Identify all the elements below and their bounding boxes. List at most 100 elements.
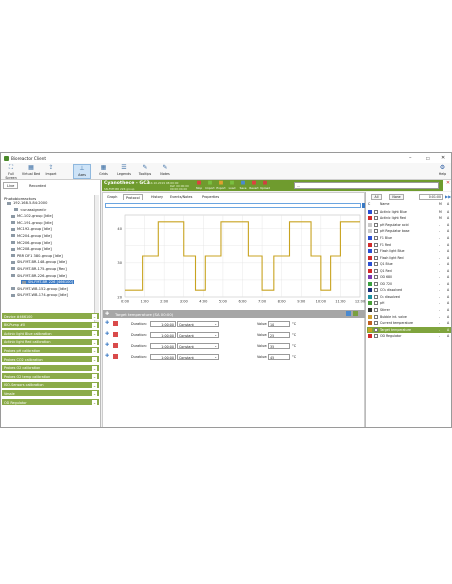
upload-button[interactable]: ■ Upload [260, 180, 270, 191]
color-swatch[interactable] [368, 314, 372, 319]
tab-live[interactable]: Live [3, 182, 19, 189]
signal-row-bubble-int-valve[interactable]: Bubble int. valve - A [367, 314, 451, 320]
import-button[interactable]: ■ Import [205, 180, 215, 191]
apply-icon[interactable] [346, 311, 351, 316]
notes-button[interactable]: ✎ Notes [157, 164, 173, 179]
signal-row-actinic-light-blue[interactable]: Actinic light Blue M A [367, 209, 451, 215]
revert-button[interactable]: ■ Revert [249, 180, 259, 191]
color-swatch[interactable] [368, 334, 372, 339]
color-swatch[interactable] [368, 321, 372, 326]
signal-row-od-680[interactable]: OD 680- A [367, 275, 451, 281]
value-field[interactable]: 45 [268, 354, 290, 360]
signal-row-co-dissolved[interactable]: CO₂ dissolved - A [367, 288, 451, 294]
mode-select[interactable]: Constant ⌄ [177, 354, 219, 360]
color-swatch[interactable] [368, 268, 372, 273]
visibility-checkbox[interactable] [374, 235, 378, 240]
color-swatch[interactable] [368, 294, 372, 299]
tree-node[interactable]: MC208-group [Idle] [11, 247, 52, 251]
visibility-checkbox[interactable] [374, 294, 378, 299]
chevron-down-icon[interactable]: ⌄ [92, 391, 97, 397]
signal-row-ph[interactable]: pH - A [367, 301, 451, 307]
tree-node[interactable]: MC206-group [Idle] [11, 241, 52, 245]
visibility-checkbox[interactable] [374, 229, 378, 234]
config-group-device-466100[interactable]: Device #466100 ⌄ [2, 313, 99, 320]
tree-node[interactable]: SN-FMT-BR-148-group [Idle] [11, 260, 67, 264]
duration-field[interactable]: 1:00:00 [150, 321, 176, 327]
add-step-icon[interactable]: ✚ [105, 342, 109, 348]
select-all-button[interactable]: All [371, 194, 382, 200]
visibility-checkbox[interactable] [374, 262, 378, 267]
signal-row-flash-light-blue[interactable]: Flash light Blue - A [367, 248, 451, 254]
chevron-down-icon[interactable]: ⌄ [92, 314, 97, 319]
signal-row-flash-light-red[interactable]: Flash light Red - A [367, 255, 451, 261]
visibility-checkbox[interactable] [374, 281, 378, 286]
visibility-checkbox[interactable] [374, 275, 378, 280]
tab-protocol[interactable]: Protocol [123, 194, 143, 200]
value-field[interactable]: 25 [268, 332, 290, 338]
tree-node[interactable]: MC204-group [Idle] [11, 234, 52, 238]
visibility-checkbox[interactable] [374, 209, 378, 214]
maximize-icon[interactable]: ☐ [426, 156, 430, 161]
time-window-field[interactable]: 0:01:00 [419, 194, 443, 200]
tree-node[interactable]: SN-FMT-BR 226 [466100] [21, 280, 75, 285]
full-screen-button[interactable]: ⛶ Full Screen [2, 164, 20, 181]
chevron-down-icon[interactable]: ⌄ [92, 357, 97, 362]
tab-recorded[interactable]: Recorded [25, 182, 50, 189]
color-swatch[interactable] [368, 229, 372, 234]
color-swatch[interactable] [368, 281, 372, 286]
tab-properties[interactable]: Properties [200, 194, 221, 200]
config-group-od-regulator[interactable]: OD Regulator ⌄ [2, 399, 99, 406]
tab-events-notes[interactable]: Events/Notes [168, 194, 194, 200]
color-swatch[interactable] [368, 255, 372, 260]
add-step-icon[interactable]: ✚ [105, 331, 109, 337]
delete-step-icon[interactable] [113, 321, 118, 326]
tree-node[interactable]: SN-FMT-BR-175-group [Rec] [11, 267, 67, 271]
visibility-checkbox[interactable] [374, 242, 378, 247]
signal-row-current-temperature[interactable]: Current temperature - A [367, 320, 451, 326]
config-group-probes-ph-calibration[interactable]: Probes pH calibration ⌄ [2, 347, 99, 355]
duration-field[interactable]: 1:00:00 [150, 343, 176, 349]
visibility-checkbox[interactable] [374, 268, 378, 273]
add-step-icon[interactable]: ✚ [105, 320, 109, 326]
visibility-checkbox[interactable] [374, 255, 378, 260]
help-button[interactable]: ⚙ Help [435, 164, 450, 179]
tab-history[interactable]: History [149, 194, 165, 200]
chevron-down-icon[interactable]: ⌄ [92, 365, 97, 371]
config-group-iso-sensors-calibration[interactable]: ISO-Sensors calibration ⌄ [2, 381, 99, 389]
color-swatch[interactable] [368, 262, 372, 267]
play-icon[interactable]: ▶▶ [445, 194, 451, 199]
signal-row-od-720[interactable]: OD 720- A [367, 281, 451, 287]
visibility-checkbox[interactable] [374, 301, 378, 306]
add-icon[interactable]: ✚ [105, 311, 109, 317]
signal-row-f1-blue[interactable]: F1 Blue - A [367, 235, 451, 241]
tree-node[interactable]: MC-102-group [Idle] [11, 214, 53, 218]
visibility-checkbox[interactable] [374, 222, 378, 227]
tooltips-button[interactable]: ✎ Tooltips [136, 164, 154, 179]
config-group-probes-o2-calibration[interactable]: Probes O2 calibration ⌄ [2, 364, 99, 372]
color-swatch[interactable] [368, 249, 372, 254]
color-swatch[interactable] [368, 288, 372, 293]
duration-field[interactable]: 1:00:00 [150, 354, 176, 360]
chevron-down-icon[interactable]: ⌄ [92, 374, 97, 380]
color-swatch[interactable] [368, 209, 372, 214]
visibility-checkbox[interactable] [374, 249, 378, 254]
load-button[interactable]: ■ Load [227, 180, 237, 191]
color-swatch[interactable] [368, 275, 372, 280]
visibility-checkbox[interactable] [374, 334, 378, 339]
export-button[interactable]: ■ Export [216, 180, 226, 191]
color-swatch[interactable] [368, 222, 372, 227]
delete-step-icon[interactable] [113, 332, 118, 337]
virtual-bed-button[interactable]: ▦ Virtual Bed [21, 164, 41, 179]
signal-row-q1-red[interactable]: Q1 Red - A [367, 268, 451, 274]
select-none-button[interactable]: None [389, 194, 404, 200]
value-field[interactable]: 10 [268, 321, 290, 327]
mode-select[interactable]: Constant ⌄ [177, 332, 219, 338]
value-field[interactable]: 35 [268, 343, 290, 349]
save-button[interactable]: ■ Save [238, 180, 248, 191]
tree-host[interactable]: 192.168.5.84:2000 [7, 201, 47, 205]
tree-node[interactable]: SN-FMT-WB-152-group [Idle] [11, 287, 68, 291]
config-group-actinic-light-blue-calibration[interactable]: Actinic light Blue calibration ⌄ [2, 330, 99, 338]
add-step-icon[interactable]: ✚ [105, 353, 109, 359]
visibility-checkbox[interactable] [374, 288, 378, 293]
chevron-down-icon[interactable]: ⌄ [92, 382, 97, 388]
